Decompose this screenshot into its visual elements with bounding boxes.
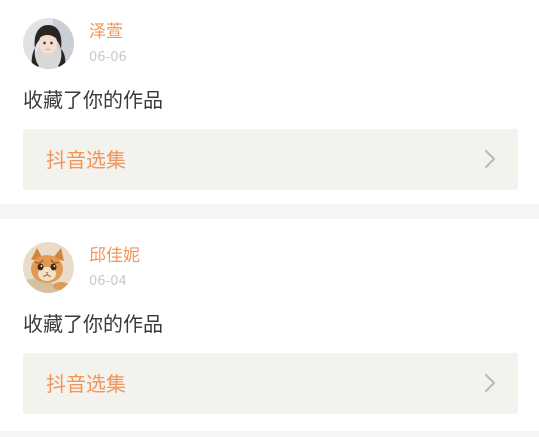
avatar[interactable] [23, 18, 74, 69]
collection-link[interactable]: 抖音选集 [23, 353, 518, 414]
collection-link[interactable]: 抖音选集 [23, 129, 518, 190]
chevron-right-icon [485, 374, 495, 392]
girl-photo-avatar [23, 18, 74, 69]
collection-label: 抖音选集 [46, 372, 126, 396]
collection-label: 抖音选集 [46, 148, 126, 172]
timestamp: 06-04 [89, 274, 127, 289]
action-text: 收藏了你的作品 [23, 88, 163, 112]
divider [0, 204, 539, 219]
avatar[interactable] [23, 242, 74, 293]
user-name[interactable]: 泽萱 [89, 22, 123, 42]
notification-card: 泽萱 06-06 收藏了你的作品 抖音选集 [0, 0, 539, 204]
kitten-photo-avatar [23, 242, 74, 293]
notification-card: 邱佳妮 06-04 收藏了你的作品 抖音选集 [0, 219, 539, 431]
action-text: 收藏了你的作品 [23, 312, 163, 336]
divider [0, 431, 539, 437]
user-name[interactable]: 邱佳妮 [89, 246, 140, 266]
chevron-right-icon [485, 150, 495, 168]
timestamp: 06-06 [89, 50, 127, 65]
